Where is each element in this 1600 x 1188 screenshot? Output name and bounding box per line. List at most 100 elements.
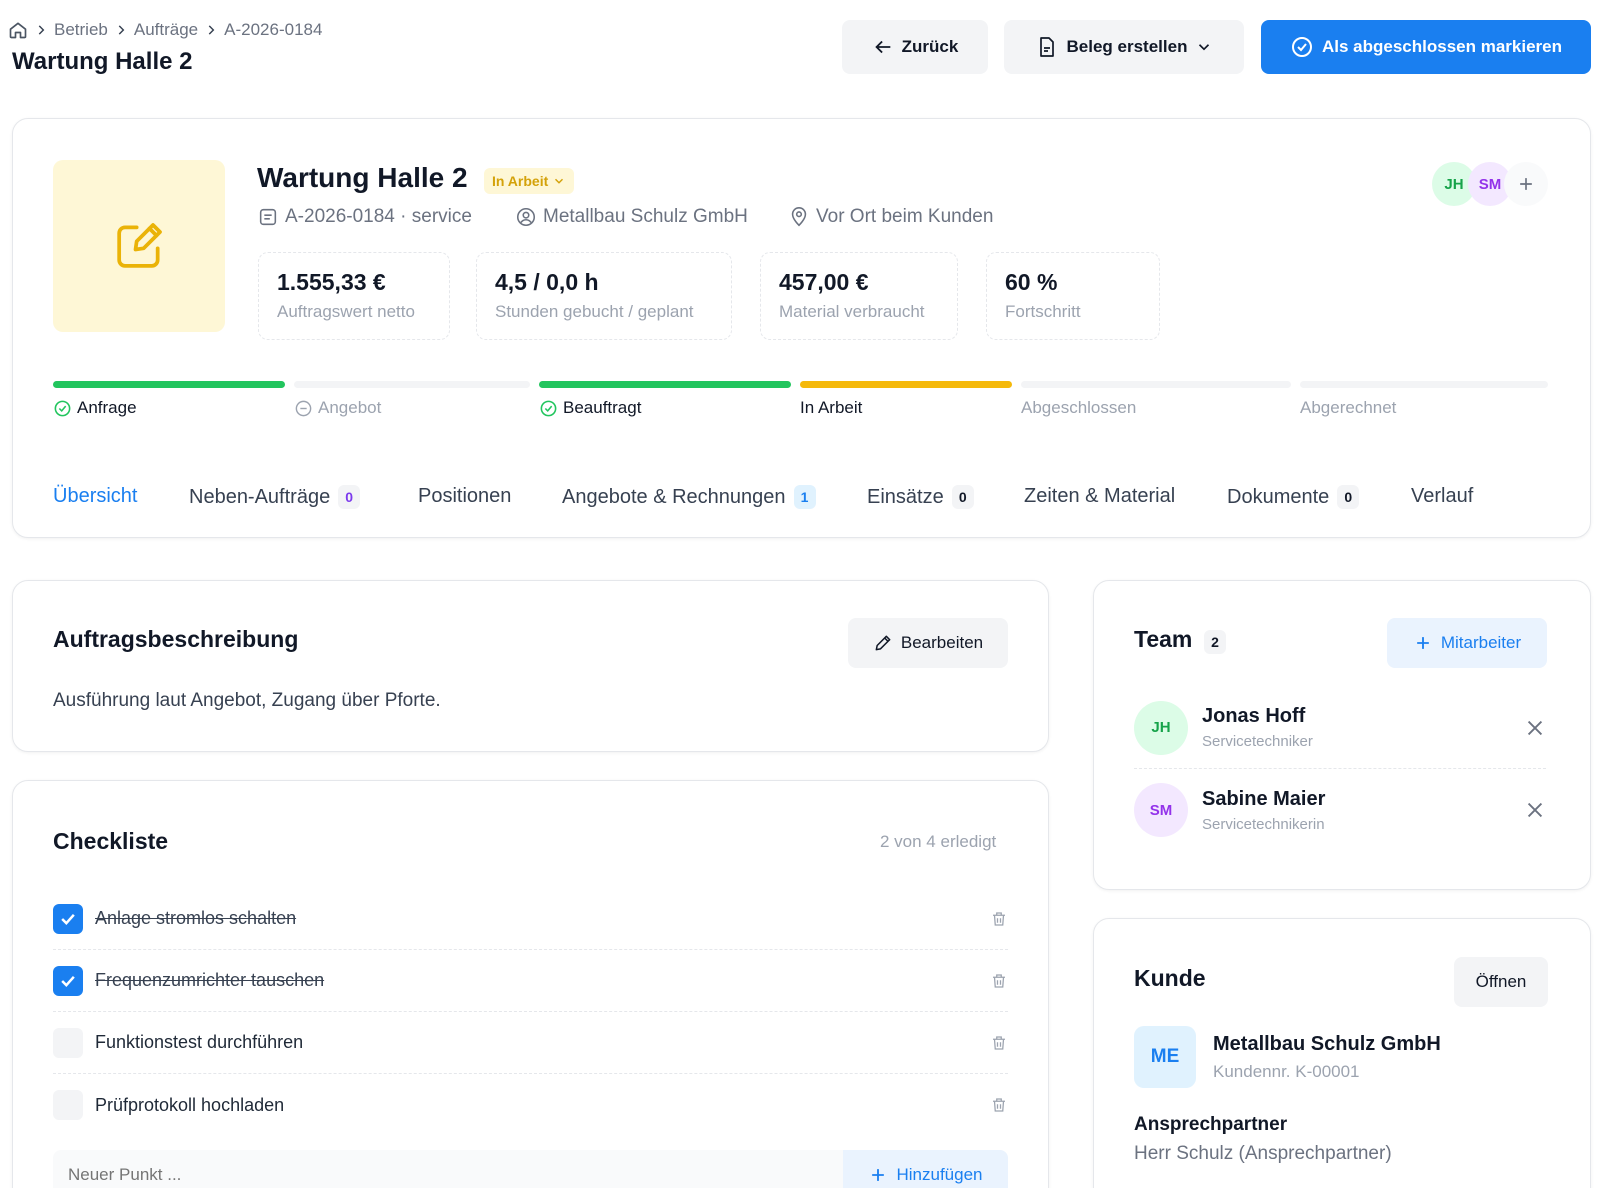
stat-label: Stunden gebucht / geplant [495,302,694,321]
breadcrumb-item[interactable]: Aufträge [134,20,198,40]
checklist-item-label: Anlage stromlos schalten [95,908,297,928]
stat-value: 60 % [1005,269,1058,295]
map-pin-icon [788,206,810,228]
job-number: A-2026-0184 · service [285,206,472,227]
clipboard-icon [257,206,279,228]
trash-icon[interactable] [990,1096,1008,1114]
add-item-label: Hinzufügen [896,1165,983,1184]
stage-bar-abgeschlossen [1021,381,1291,388]
member-info: Jonas Hoff Servicetechniker [1202,705,1524,750]
create-document-button[interactable]: Beleg erstellen [1004,20,1244,74]
tab-count: 0 [951,485,974,509]
checkbox[interactable] [53,903,83,934]
stat-hours: 4,5 / 0,0 h Stunden gebucht / geplant [476,252,732,340]
member-info: Sabine Maier Servicetechnikerin [1202,788,1524,833]
member-role: Servicetechnikerin [1202,815,1325,833]
home-icon[interactable] [8,20,28,40]
plus-icon [868,1165,888,1185]
create-document-label: Beleg erstellen [1066,37,1188,56]
user-circle-icon [515,206,537,228]
checklist-item: Funktionstest durchführen [53,1012,1008,1074]
status-badge[interactable]: In Arbeit [484,168,575,194]
back-button[interactable]: Zurück [842,20,988,74]
checklist-summary: 2 von 4 erledigt [880,832,997,851]
stage-bar-abgerechnet [1300,381,1548,388]
customer-avatar: ME [1134,1026,1196,1088]
chevron-right-icon [114,23,128,37]
team-member: SM Sabine Maier Servicetechnikerin [1134,769,1546,851]
tab-history[interactable]: Verlauf [1411,485,1473,508]
check-circle-icon [53,399,72,418]
tab-label: Einsätze [867,485,944,508]
tab-positions[interactable]: Positionen [418,485,511,508]
trash-icon[interactable] [990,910,1008,928]
chevron-down-icon [552,174,566,188]
job-number-meta: A-2026-0184 · service [257,206,472,228]
trash-icon[interactable] [990,1034,1008,1052]
close-icon[interactable] [1524,799,1546,821]
stage-bar-angebot [294,381,530,388]
document-icon [1035,35,1059,59]
tab-overview[interactable]: Übersicht [53,485,137,508]
checkbox[interactable] [53,1027,83,1058]
edit-note-icon [111,218,167,274]
tab-label: Angebote & Rechnungen [562,485,786,508]
stage-in-arbeit: In Arbeit [800,398,862,418]
tab-count: 0 [338,485,361,509]
location-text: Vor Ort beim Kunden [816,206,994,227]
stage-label: Abgerechnet [1300,398,1397,417]
edit-description-button[interactable]: Bearbeiten [848,618,1008,668]
tab-label: Neben-Aufträge [189,485,331,508]
close-icon[interactable] [1524,717,1546,739]
checkbox[interactable] [53,965,83,996]
stat-order-value: 1.555,33 € Auftragswert netto [258,252,450,340]
add-member-label: Mitarbeiter [1440,633,1522,652]
add-member-button[interactable]: Mitarbeiter [1387,618,1547,668]
status-badge-label: In Arbeit [492,173,549,189]
stage-label: Angebot [318,398,382,417]
location-meta: Vor Ort beim Kunden [788,206,993,228]
tab-count: 0 [1337,485,1360,509]
check-circle-icon [539,399,558,418]
stat-label: Material verbraucht [779,302,925,321]
description-title: Auftragsbeschreibung [53,626,299,652]
tab-sub-orders[interactable]: Neben-Aufträge 0 [189,485,361,509]
chevron-down-icon [1195,38,1213,56]
member-name: Sabine Maier [1202,787,1326,810]
stage-label: Beauftragt [563,398,642,417]
new-item-input[interactable] [53,1150,843,1188]
stage-label: Abgeschlossen [1021,398,1137,417]
stage-label: In Arbeit [800,398,863,417]
breadcrumb: Betrieb Aufträge A-2026-0184 [8,20,322,40]
customer-title: Kunde [1134,965,1206,991]
team-count: 2 [1204,630,1226,654]
checkbox[interactable] [53,1090,83,1120]
customer-name: Metallbau Schulz GmbH [1213,1033,1441,1055]
tab-quotes-invoices[interactable]: Angebote & Rechnungen 1 [562,485,816,509]
add-item-button[interactable]: Hinzufügen [843,1150,1008,1188]
tab-time-material[interactable]: Zeiten & Material [1024,485,1175,508]
contact-name: Herr Schulz (Ansprechpartner) [1134,1143,1392,1164]
tab-assignments[interactable]: Einsätze 0 [867,485,974,509]
stat-value: 1.555,33 € [277,269,386,295]
mark-done-button[interactable]: Als abgeschlossen markieren [1261,20,1591,74]
stat-material: 457,00 € Material verbraucht [760,252,958,340]
pencil-icon [873,633,893,653]
tab-documents[interactable]: Dokumente 0 [1227,485,1360,509]
open-customer-button[interactable]: Öffnen [1454,957,1548,1007]
checklist-item: Frequenzumrichter tauschen [53,950,1008,1012]
chevron-right-icon [204,23,218,37]
trash-icon[interactable] [990,972,1008,990]
customer-meta[interactable]: Metallbau Schulz GmbH [515,206,748,228]
tab-count: 1 [793,485,816,509]
checklist-item-label: Frequenzumrichter tauschen [95,970,325,990]
team-title: Team [1134,626,1193,652]
checklist-title: Checkliste [53,828,169,854]
stat-progress: 60 % Fortschritt [986,252,1160,340]
team-member: JH Jonas Hoff Servicetechniker [1134,687,1546,769]
tab-label: Übersicht [53,485,138,507]
breadcrumb-item[interactable]: Betrieb [54,20,108,40]
stat-value: 4,5 / 0,0 h [495,269,599,295]
tab-label: Positionen [418,485,512,507]
add-assignee-button[interactable] [1504,162,1548,206]
